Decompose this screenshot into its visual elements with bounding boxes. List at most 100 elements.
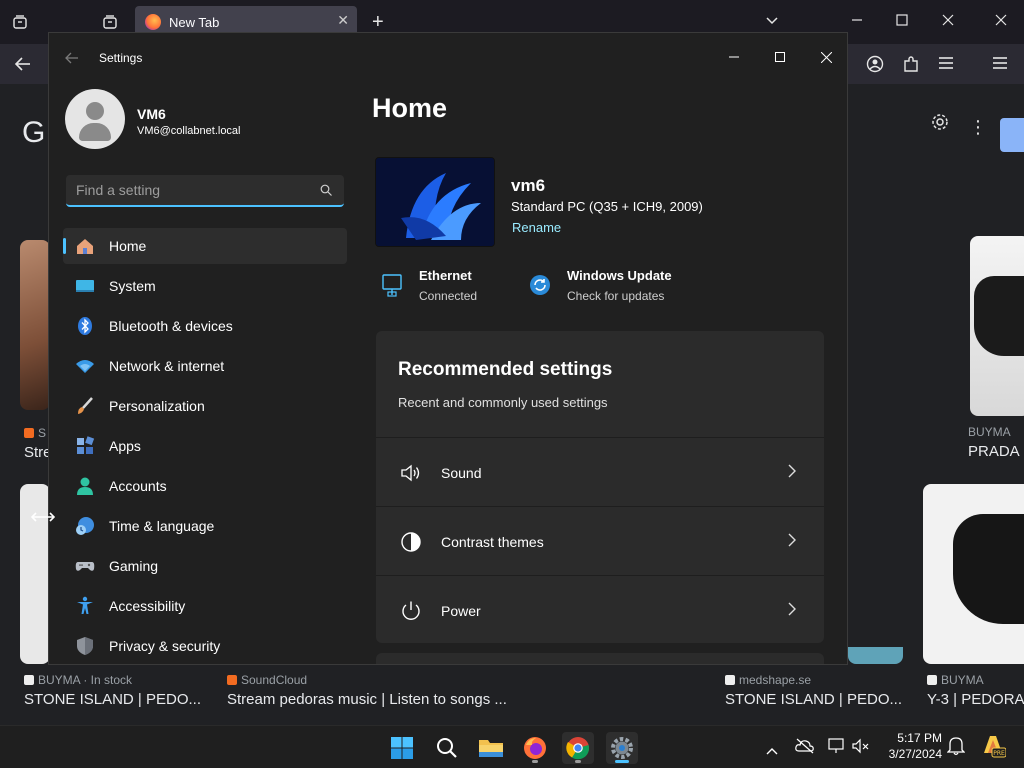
sidebar-item-label: System (109, 278, 156, 294)
close-button[interactable] (803, 41, 847, 73)
browser-minimize-icon[interactable] (851, 14, 863, 30)
power-row[interactable]: Power (376, 575, 824, 643)
browser-settings-gear-icon[interactable] (930, 112, 950, 137)
maximize-button[interactable] (757, 41, 803, 73)
sign-in-button[interactable] (1000, 118, 1024, 152)
start-button[interactable] (386, 732, 418, 764)
settings-window: Settings VM6 VM6@collabnet.local Home Sy… (48, 32, 848, 665)
sidebar-item-time-language[interactable]: Time & language (63, 508, 347, 544)
sidebar-item-network[interactable]: Network & internet (63, 348, 347, 384)
outer-menu-icon[interactable] (992, 56, 1008, 74)
sidebar-item-label: Personalization (109, 398, 205, 414)
speaker-icon (401, 464, 420, 482)
result-title[interactable]: PRADA | (968, 443, 1024, 460)
file-explorer-button[interactable] (475, 732, 507, 764)
brush-icon (78, 397, 93, 414)
accounts-icon (77, 477, 93, 495)
sidebar-item-system[interactable]: System (63, 268, 347, 304)
extensions-icon[interactable] (902, 55, 920, 77)
shield-icon (77, 637, 93, 655)
search-button[interactable] (431, 732, 463, 764)
sidebar-item-apps[interactable]: Apps (63, 428, 347, 464)
search-box[interactable] (66, 175, 344, 207)
sidebar-item-privacy[interactable]: Privacy & security (63, 628, 347, 664)
settings-titlebar[interactable]: Settings (49, 33, 847, 81)
more-vert-icon[interactable]: ⋮ (969, 118, 987, 136)
chevron-up-icon[interactable] (766, 742, 778, 760)
result-title[interactable]: STONE ISLAND | PEDO... (24, 691, 201, 708)
firefox-button[interactable] (519, 732, 551, 764)
network-monitor-icon[interactable] (828, 737, 846, 760)
contrast-themes-row[interactable]: Contrast themes (376, 506, 824, 574)
result-source: SoundCloud (227, 673, 307, 687)
result-title[interactable]: STONE ISLAND | PEDO... (725, 691, 902, 708)
row-label: Sound (441, 465, 482, 481)
rename-link[interactable]: Rename (512, 220, 561, 235)
status-label: Ethernet (419, 268, 472, 283)
minimize-button[interactable] (711, 41, 757, 73)
minimize-icon (729, 56, 739, 58)
cloud-offline-icon[interactable] (795, 738, 815, 759)
back-arrow-icon[interactable] (65, 51, 79, 69)
sidebar-item-label: Apps (109, 438, 141, 454)
back-arrow-icon[interactable] (14, 56, 32, 76)
chevron-down-icon[interactable] (765, 14, 779, 32)
result-source: BUYMA (968, 425, 1011, 439)
tab-close-button[interactable]: ✕ (337, 12, 349, 29)
card-subtitle: Recent and commonly used settings (398, 395, 608, 410)
notification-bell-icon[interactable] (946, 736, 966, 761)
menu-icon[interactable] (938, 56, 954, 74)
volume-muted-icon[interactable] (852, 737, 870, 760)
chrome-button[interactable] (562, 732, 594, 764)
sidebar-item-label: Accounts (109, 478, 167, 494)
search-icon (437, 738, 457, 758)
gaming-icon (75, 562, 95, 571)
chevron-right-icon (788, 464, 796, 478)
resize-cursor-icon (30, 510, 56, 528)
row-label: Contrast themes (441, 534, 544, 550)
copilot-icon[interactable]: PRE (980, 733, 1007, 764)
maximize-icon (775, 52, 785, 62)
sidebar-item-accessibility[interactable]: Accessibility (63, 588, 347, 624)
avatar[interactable] (65, 89, 125, 149)
close-icon (820, 51, 832, 63)
sidebar-item-label: Privacy & security (109, 638, 221, 654)
sidebar-item-gaming[interactable]: Gaming (63, 548, 347, 584)
wifi-icon (76, 360, 94, 373)
result-image[interactable] (923, 484, 1024, 664)
chrome-icon (566, 737, 590, 760)
sidebar-item-label: Network & internet (109, 358, 225, 374)
recommended-settings-card: Recommended settings Recent and commonly… (376, 331, 824, 643)
sidebar-item-accounts[interactable]: Accounts (63, 468, 347, 504)
sidebar-item-bluetooth[interactable]: Bluetooth & devices (63, 308, 347, 344)
browser-close-icon[interactable] (942, 14, 954, 30)
firefox-icon (524, 737, 546, 759)
user-email: VM6@collabnet.local (137, 125, 241, 137)
sidebar-item-home[interactable]: Home (63, 228, 347, 264)
sidebar-item-personalization[interactable]: Personalization (63, 388, 347, 424)
chevron-right-icon (788, 602, 796, 616)
windows-logo-icon (391, 737, 413, 759)
settings-app-button[interactable] (606, 732, 638, 764)
result-title[interactable]: Y-3 | PEDORAS (927, 691, 1024, 708)
search-input[interactable] (66, 182, 306, 198)
browser-maximize-icon[interactable] (896, 14, 908, 30)
account-icon[interactable] (866, 55, 884, 77)
sidebar-item-label: Home (109, 238, 147, 254)
tab-list-icon[interactable] (102, 14, 118, 34)
taskbar: PRE (0, 725, 1024, 768)
outer-close-icon[interactable] (995, 14, 1007, 30)
system-clock[interactable]: 5:17 PM 3/27/2024 (880, 730, 942, 762)
apps-icon (77, 436, 95, 454)
sound-row[interactable]: Sound (376, 437, 824, 505)
result-image[interactable] (20, 240, 50, 410)
new-tab-button[interactable]: + (372, 12, 384, 32)
clock-time: 5:17 PM (897, 731, 942, 745)
next-card-edge (376, 653, 824, 664)
ethernet-icon (382, 273, 404, 302)
result-image[interactable] (970, 236, 1024, 416)
search-icon (320, 184, 332, 196)
tab-overview-icon[interactable] (12, 14, 28, 34)
status-sub: Check for updates (567, 289, 665, 303)
result-title[interactable]: Stream pedoras music | Listen to songs .… (227, 691, 507, 708)
